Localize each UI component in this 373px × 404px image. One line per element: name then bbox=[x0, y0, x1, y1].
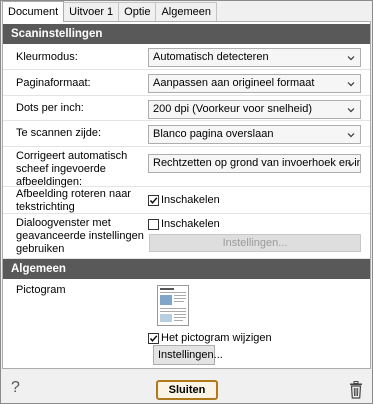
dpi-label: Dots per inch: bbox=[16, 102, 84, 114]
help-icon[interactable]: ? bbox=[11, 379, 20, 397]
deskew-label: Corrigeert automatisch scheef ingevoerde… bbox=[16, 150, 127, 189]
close-button[interactable]: Sluiten bbox=[156, 380, 218, 400]
icon-settings-button[interactable]: Instellingen... bbox=[153, 345, 223, 365]
settings-panel: Scaninstellingen Kleurmodus: Automatisch… bbox=[2, 21, 371, 369]
color-mode-row: Kleurmodus: Automatisch detecteren bbox=[3, 44, 370, 70]
chevron-down-icon bbox=[347, 133, 355, 138]
scan-side-value: Blanco pagina overslaan bbox=[153, 128, 274, 140]
icon-label: Pictogram bbox=[16, 284, 66, 296]
checkbox-unchecked[interactable] bbox=[148, 218, 159, 230]
chevron-down-icon bbox=[347, 108, 355, 113]
advanced-label-line: gebruiken bbox=[16, 243, 65, 255]
document-thumbnail-icon bbox=[157, 285, 189, 326]
checkmark-icon bbox=[149, 196, 158, 204]
change-icon-checkbox[interactable]: Het pictogram wijzigen bbox=[148, 331, 272, 345]
advanced-settings-button[interactable]: Instellingen... bbox=[149, 234, 361, 252]
page-format-row: Paginaformaat: Aanpassen aan origineel f… bbox=[3, 70, 370, 96]
rotate-label: Afbeelding roteren naar tekstrichting bbox=[16, 188, 131, 214]
checkmark-icon bbox=[149, 334, 158, 342]
advanced-dialog-label: Dialoogvenster met geavanceerde instelli… bbox=[16, 217, 144, 256]
rotate-enable-label: Inschakelen bbox=[161, 194, 220, 206]
dpi-row: Dots per inch: 200 dpi (Voorkeur voor sn… bbox=[3, 96, 370, 121]
tab-option[interactable]: Optie bbox=[118, 2, 157, 21]
dpi-value: 200 dpi (Voorkeur voor snelheid) bbox=[153, 103, 312, 115]
color-mode-select[interactable]: Automatisch detecteren bbox=[148, 48, 361, 67]
color-mode-label: Kleurmodus: bbox=[16, 51, 78, 63]
tab-bar: Document Uitvoer 1 Optie Algemeen bbox=[2, 1, 218, 22]
general-header: Algemeen bbox=[3, 259, 370, 279]
deskew-row: Corrigeert automatisch scheef ingevoerde… bbox=[3, 147, 370, 189]
dpi-select[interactable]: 200 dpi (Voorkeur voor snelheid) bbox=[148, 100, 361, 119]
deskew-label-line: scheef ingevoerde bbox=[16, 163, 106, 175]
rotate-row: Afbeelding roteren naar tekstrichting In… bbox=[3, 187, 370, 214]
advanced-enable-checkbox[interactable]: Inschakelen bbox=[148, 217, 220, 231]
checkbox-checked[interactable] bbox=[148, 194, 159, 206]
checkbox-checked[interactable] bbox=[148, 332, 159, 344]
tab-general[interactable]: Algemeen bbox=[155, 2, 218, 21]
scan-side-select[interactable]: Blanco pagina overslaan bbox=[148, 125, 361, 144]
page-format-label: Paginaformaat: bbox=[16, 77, 91, 89]
scan-side-row: Te scannen zijde: Blanco pagina overslaa… bbox=[3, 121, 370, 147]
deskew-value: Rechtzetten op grond van invoerhoek en i… bbox=[153, 157, 360, 169]
advanced-enable-label: Inschakelen bbox=[161, 218, 220, 230]
page-format-select[interactable]: Aanpassen aan origineel formaat bbox=[148, 74, 361, 93]
deskew-select[interactable]: Rechtzetten op grond van invoerhoek en i… bbox=[148, 154, 361, 173]
chevron-down-icon bbox=[347, 162, 355, 167]
change-icon-label: Het pictogram wijzigen bbox=[161, 332, 272, 344]
trash-icon[interactable] bbox=[349, 381, 363, 399]
chevron-down-icon bbox=[347, 82, 355, 87]
scan-settings-header: Scaninstellingen bbox=[3, 24, 370, 44]
advanced-label-line: geavanceerde instellingen bbox=[16, 230, 144, 242]
tab-output-1[interactable]: Uitvoer 1 bbox=[63, 2, 120, 21]
deskew-label-line: Corrigeert automatisch bbox=[16, 150, 128, 162]
chevron-down-icon bbox=[347, 56, 355, 61]
advanced-dialog-row: Dialoogvenster met geavanceerde instelli… bbox=[3, 214, 370, 259]
rotate-label-line: tekstrichting bbox=[16, 201, 75, 213]
page-format-value: Aanpassen aan origineel formaat bbox=[153, 77, 315, 89]
color-mode-value: Automatisch detecteren bbox=[153, 51, 269, 63]
advanced-label-line: Dialoogvenster met bbox=[16, 217, 111, 229]
tab-document[interactable]: Document bbox=[2, 1, 65, 22]
scan-side-label: Te scannen zijde: bbox=[16, 127, 101, 139]
rotate-enable-checkbox[interactable]: Inschakelen bbox=[148, 193, 220, 207]
scan-settings-window: Document Uitvoer 1 Optie Algemeen Scanin… bbox=[0, 0, 373, 404]
rotate-label-line: Afbeelding roteren naar bbox=[16, 188, 131, 200]
